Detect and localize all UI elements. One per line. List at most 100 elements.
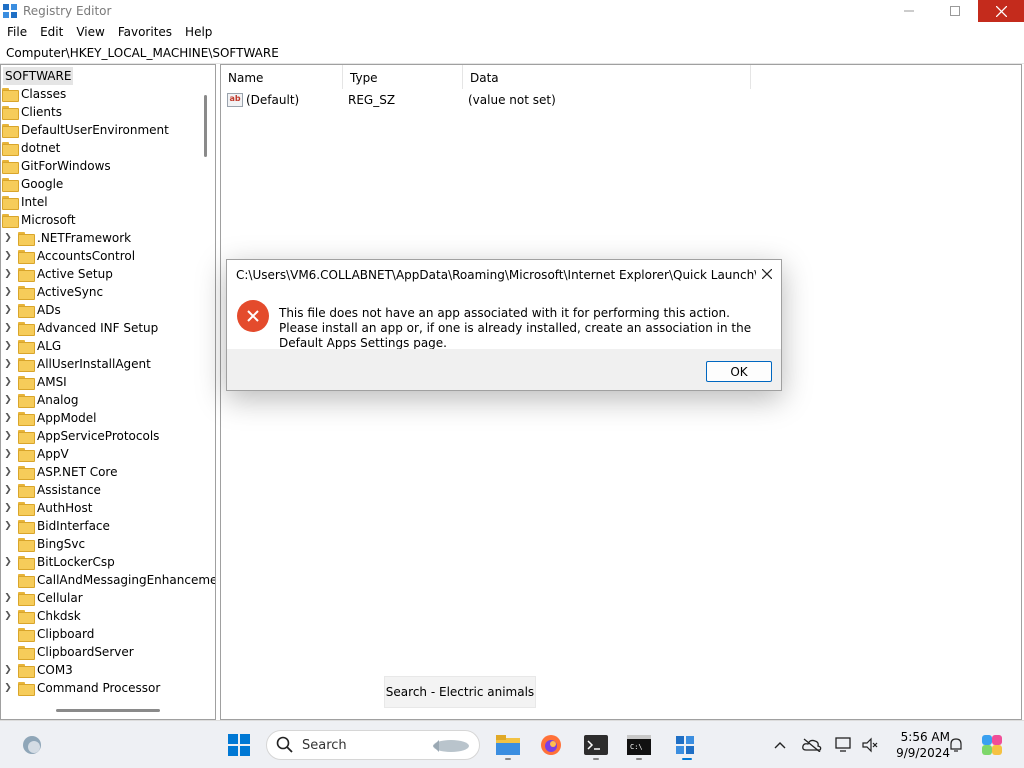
tree-item[interactable]: ❯ Advanced INF Setup — [2, 319, 158, 337]
registry-editor-icon — [3, 4, 17, 18]
volume-icon[interactable] — [858, 733, 882, 757]
chevron-right-icon[interactable]: ❯ — [2, 427, 14, 445]
tree-item[interactable]: ❯ AppModel — [2, 409, 96, 427]
chevron-right-icon[interactable]: ❯ — [2, 499, 14, 517]
chevron-right-icon[interactable]: ❯ — [2, 409, 14, 427]
tree-root-software[interactable]: SOFTWARE — [3, 67, 74, 85]
chevron-right-icon[interactable]: ❯ — [2, 373, 14, 391]
tree-item[interactable]: ❯ Assistance — [2, 481, 101, 499]
tree-item[interactable]: dotnet — [2, 139, 60, 157]
dialog-close-button[interactable] — [759, 266, 775, 282]
values-list[interactable]: Name Type Data ab (Default) REG_SZ (valu… — [220, 64, 1022, 720]
tree-item[interactable]: CallAndMessagingEnhanceme — [2, 571, 215, 589]
registry-editor-taskbar-icon[interactable] — [673, 733, 697, 757]
tree-item[interactable]: ❯ ALG — [2, 337, 61, 355]
tree-item[interactable]: ❯ BidInterface — [2, 517, 110, 535]
chevron-right-icon[interactable]: ❯ — [2, 301, 14, 319]
cloud-offline-icon[interactable] — [800, 733, 824, 757]
chevron-right-icon[interactable]: ❯ — [2, 661, 14, 679]
start-button[interactable] — [227, 733, 251, 757]
tree-item[interactable]: Intel — [2, 193, 48, 211]
column-header-name[interactable]: Name — [221, 65, 343, 89]
terminal-icon[interactable] — [584, 733, 608, 757]
menu-view[interactable]: View — [69, 22, 110, 42]
tree-item[interactable]: ❯ Command Processor — [2, 679, 160, 697]
tree-item[interactable]: ClipboardServer — [2, 643, 134, 661]
tree-item[interactable]: ❯ COM3 — [2, 661, 73, 679]
copilot-icon[interactable] — [980, 733, 1004, 757]
tree-item-label: GitForWindows — [21, 159, 111, 173]
tree-item-label: Clients — [21, 105, 62, 119]
firefox-icon[interactable] — [539, 733, 563, 757]
taskbar-search-box[interactable]: Search — [266, 730, 480, 760]
ok-button[interactable]: OK — [706, 361, 772, 382]
title-bar: Registry Editor — [0, 0, 1024, 22]
tree-item[interactable]: ❯ BitLockerCsp — [2, 553, 115, 571]
tree-item[interactable]: ❯ ASP.NET Core — [2, 463, 117, 481]
chevron-right-icon[interactable]: ❯ — [2, 679, 14, 697]
registry-tree[interactable]: SOFTWARE Classes Clients DefaultUserEnviro… — [0, 64, 216, 720]
tree-item[interactable]: Google — [2, 175, 63, 193]
minimize-button[interactable] — [886, 0, 932, 22]
menu-edit[interactable]: Edit — [33, 22, 69, 42]
column-header-type[interactable]: Type — [343, 65, 463, 89]
chevron-up-icon[interactable] — [768, 733, 792, 757]
tree-item[interactable]: ❯ Cellular — [2, 589, 83, 607]
tree-item[interactable]: ❯ ADs — [2, 301, 61, 319]
menu-favorites[interactable]: Favorites — [111, 22, 178, 42]
close-button[interactable] — [978, 0, 1024, 22]
tree-item[interactable]: DefaultUserEnvironment — [2, 121, 169, 139]
file-explorer-icon[interactable] — [496, 733, 520, 757]
menu-file[interactable]: File — [0, 22, 33, 42]
tree-item[interactable]: ❯ Active Setup — [2, 265, 113, 283]
tree-item[interactable]: ❯ AMSI — [2, 373, 67, 391]
tree-item[interactable]: ❯ ActiveSync — [2, 283, 103, 301]
tree-item[interactable]: BingSvc — [2, 535, 85, 553]
folder-icon — [18, 322, 35, 336]
chevron-right-icon[interactable]: ❯ — [2, 283, 14, 301]
chevron-right-icon[interactable]: ❯ — [2, 445, 14, 463]
tree-item[interactable]: ❯ AccountsControl — [2, 247, 135, 265]
tree-item[interactable]: ❯ AllUserInstallAgent — [2, 355, 151, 373]
system-clock[interactable]: 5:56 AM 9/9/2024 — [884, 729, 950, 761]
maximize-button[interactable] — [932, 0, 978, 22]
tree-item-label: Cellular — [37, 591, 83, 605]
tree-item[interactable]: Microsoft — [2, 211, 76, 229]
chevron-right-icon[interactable]: ❯ — [2, 553, 14, 571]
chevron-right-icon[interactable]: ❯ — [2, 463, 14, 481]
chevron-right-icon[interactable]: ❯ — [2, 229, 14, 247]
tree-item[interactable]: Clipboard — [2, 625, 94, 643]
chevron-right-icon[interactable]: ❯ — [2, 247, 14, 265]
chevron-right-icon[interactable]: ❯ — [2, 517, 14, 535]
chevron-right-icon[interactable]: ❯ — [2, 391, 14, 409]
widgets-icon[interactable] — [20, 733, 44, 757]
tree-item[interactable]: ❯ AuthHost — [2, 499, 92, 517]
tree-item[interactable]: Classes — [2, 85, 66, 103]
command-prompt-icon[interactable]: C:\ — [627, 733, 651, 757]
tree-vertical-scrollbar[interactable] — [204, 95, 207, 157]
chevron-right-icon[interactable]: ❯ — [2, 607, 14, 625]
chevron-right-icon[interactable]: ❯ — [2, 337, 14, 355]
chevron-right-icon[interactable]: ❯ — [2, 589, 14, 607]
tree-horizontal-scrollbar[interactable] — [56, 709, 160, 712]
search-tooltip: Search - Electric animals — [384, 676, 536, 708]
tree-item[interactable]: Clients — [2, 103, 62, 121]
tree-item[interactable]: ❯ Analog — [2, 391, 78, 409]
network-icon[interactable] — [832, 733, 856, 757]
tree-item-label: BitLockerCsp — [37, 555, 115, 569]
notification-bell-icon[interactable] — [944, 733, 968, 757]
tree-item[interactable]: ❯ AppServiceProtocols — [2, 427, 159, 445]
chevron-right-icon[interactable]: ❯ — [2, 481, 14, 499]
tree-item[interactable]: GitForWindows — [2, 157, 111, 175]
chevron-right-icon[interactable]: ❯ — [2, 265, 14, 283]
chevron-right-icon[interactable]: ❯ — [2, 319, 14, 337]
chevron-right-icon[interactable]: ❯ — [2, 355, 14, 373]
address-bar[interactable]: Computer\HKEY_LOCAL_MACHINE\SOFTWARE — [0, 44, 1024, 64]
menu-bar: File Edit View Favorites Help — [0, 22, 1024, 42]
menu-help[interactable]: Help — [178, 22, 218, 42]
tree-item[interactable]: ❯ AppV — [2, 445, 69, 463]
column-header-data[interactable]: Data — [463, 65, 751, 89]
tree-item[interactable]: ❯ Chkdsk — [2, 607, 81, 625]
tree-item[interactable]: ❯ .NETFramework — [2, 229, 131, 247]
value-row-name[interactable]: ab (Default) — [227, 93, 299, 107]
